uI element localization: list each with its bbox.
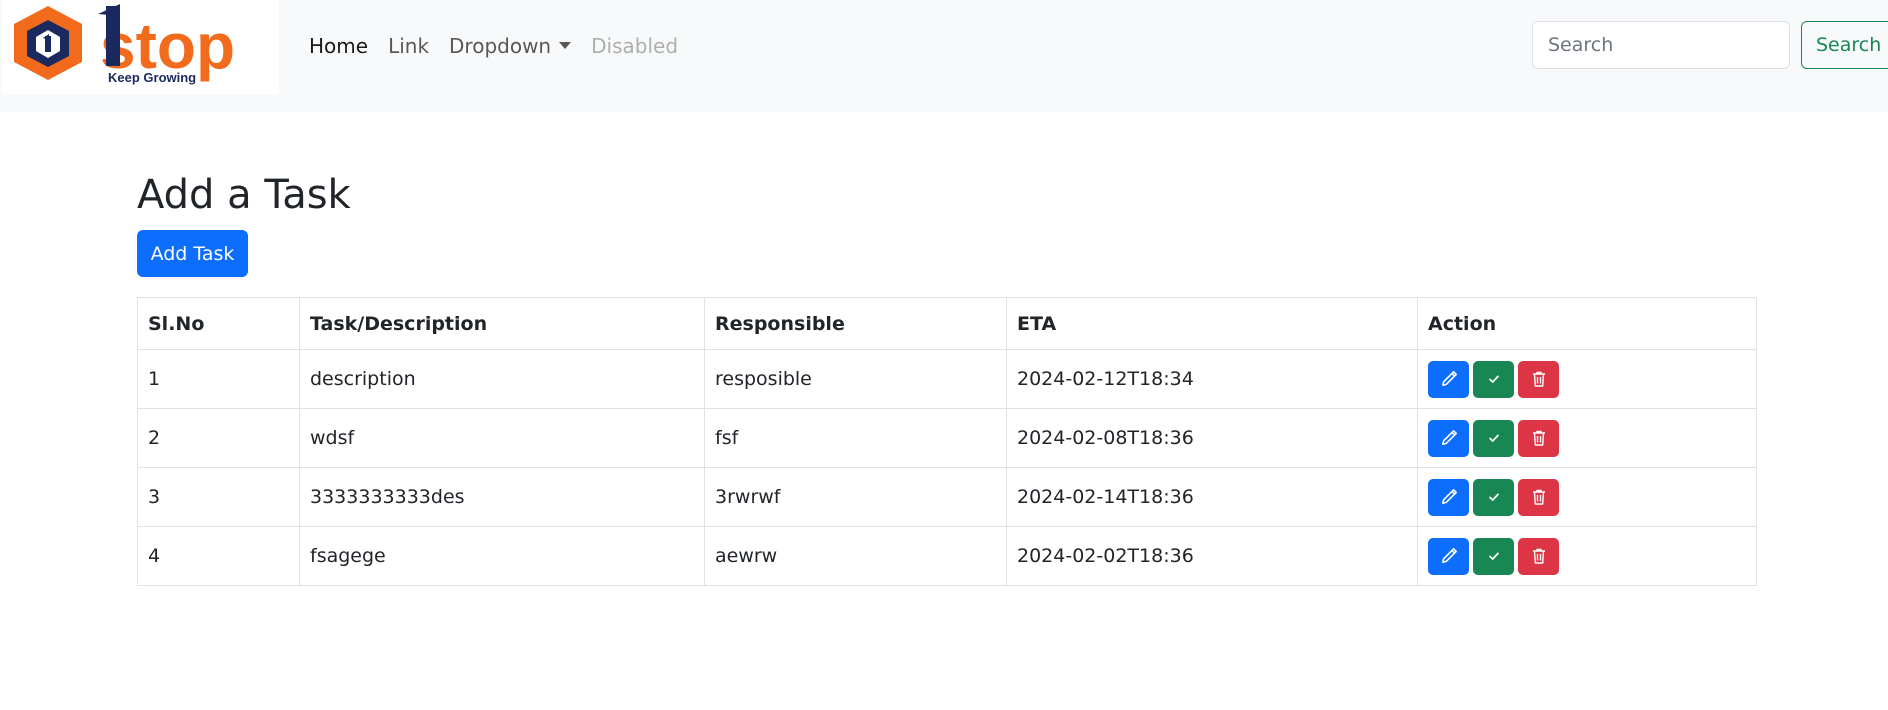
- table-row: 1 description resposible 2024-02-12T18:34: [137, 349, 1757, 409]
- nav-dropdown-label: Dropdown: [449, 34, 552, 58]
- header-eta: ETA: [1006, 297, 1418, 350]
- pencil-icon: [1441, 548, 1457, 563]
- trash-icon: [1532, 430, 1545, 446]
- cell-task: wdsf: [299, 408, 705, 468]
- cell-responsible: aewrw: [704, 526, 1007, 586]
- check-icon: [1488, 493, 1499, 501]
- cell-sl-no: 4: [137, 526, 300, 586]
- delete-button[interactable]: [1518, 537, 1559, 575]
- table-row: 4 fsagege aewrw 2024-02-02T18:36: [137, 526, 1757, 586]
- delete-button[interactable]: [1518, 360, 1559, 398]
- cell-actions: [1417, 467, 1757, 527]
- delete-button[interactable]: [1518, 478, 1559, 516]
- trash-icon: [1532, 548, 1545, 564]
- cell-eta: 2024-02-14T18:36: [1006, 467, 1418, 527]
- task-table-header: Sl.No Task/Description Responsible ETA A…: [137, 297, 1757, 350]
- header-row: Sl.No Task/Description Responsible ETA A…: [137, 297, 1757, 350]
- cell-actions: [1417, 526, 1757, 586]
- cell-eta: 2024-02-12T18:34: [1006, 349, 1418, 409]
- edit-button[interactable]: [1428, 478, 1469, 516]
- cell-sl-no: 1: [137, 349, 300, 409]
- trash-icon: [1532, 489, 1545, 505]
- cell-actions: [1417, 349, 1757, 409]
- edit-button[interactable]: [1428, 419, 1469, 457]
- navbar: stop Keep Growing Home Link Dropdown Dis…: [0, 0, 1888, 112]
- header-task: Task/Description: [299, 297, 705, 350]
- brand-tagline: Keep Growing: [108, 70, 196, 85]
- brand-logo-image: stop Keep Growing: [14, 4, 235, 85]
- task-table: Sl.No Task/Description Responsible ETA A…: [137, 297, 1757, 586]
- header-sl-no: Sl.No: [137, 297, 300, 350]
- caret-down-icon: [559, 42, 572, 49]
- check-icon: [1488, 375, 1499, 383]
- nav-link-home[interactable]: Home: [309, 34, 368, 58]
- pencil-icon: [1441, 371, 1457, 386]
- complete-button[interactable]: [1473, 419, 1514, 457]
- nav-link-link[interactable]: Link: [388, 34, 429, 58]
- nav-dropdown[interactable]: Dropdown: [449, 34, 572, 58]
- pencil-icon: [1441, 430, 1457, 445]
- check-icon: [1488, 434, 1499, 442]
- complete-button[interactable]: [1473, 360, 1514, 398]
- brand-logo[interactable]: stop Keep Growing: [2, 0, 279, 95]
- task-table-body: 1 description resposible 2024-02-12T18:34 2 w…: [137, 349, 1757, 586]
- cell-sl-no: 3: [137, 467, 300, 527]
- page-title: Add a Task: [137, 172, 351, 218]
- pencil-icon: [1441, 489, 1457, 504]
- table-row: 3 3333333333des 3rwrwf 2024-02-14T18:36: [137, 467, 1757, 527]
- cell-responsible: resposible: [704, 349, 1007, 409]
- cell-eta: 2024-02-08T18:36: [1006, 408, 1418, 468]
- nav-link-disabled: Disabled: [591, 34, 679, 58]
- cell-task: 3333333333des: [299, 467, 705, 527]
- trash-icon: [1532, 371, 1545, 387]
- delete-button[interactable]: [1518, 419, 1559, 457]
- add-task-button[interactable]: Add Task: [137, 230, 248, 277]
- header-action: Action: [1417, 297, 1757, 350]
- complete-button[interactable]: [1473, 537, 1514, 575]
- nav-links: Home Link Dropdown Disabled: [309, 30, 698, 62]
- cell-responsible: 3rwrwf: [704, 467, 1007, 527]
- edit-button[interactable]: [1428, 537, 1469, 575]
- cell-eta: 2024-02-02T18:36: [1006, 526, 1418, 586]
- cell-sl-no: 2: [137, 408, 300, 468]
- cell-actions: [1417, 408, 1757, 468]
- header-responsible: Responsible: [704, 297, 1007, 350]
- complete-button[interactable]: [1473, 478, 1514, 516]
- search-input[interactable]: [1532, 21, 1790, 69]
- cell-task: fsagege: [299, 526, 705, 586]
- cell-task: description: [299, 349, 705, 409]
- check-icon: [1488, 552, 1499, 560]
- search-button[interactable]: Search: [1801, 21, 1888, 69]
- table-row: 2 wdsf fsf 2024-02-08T18:36: [137, 408, 1757, 468]
- edit-button[interactable]: [1428, 360, 1469, 398]
- cell-responsible: fsf: [704, 408, 1007, 468]
